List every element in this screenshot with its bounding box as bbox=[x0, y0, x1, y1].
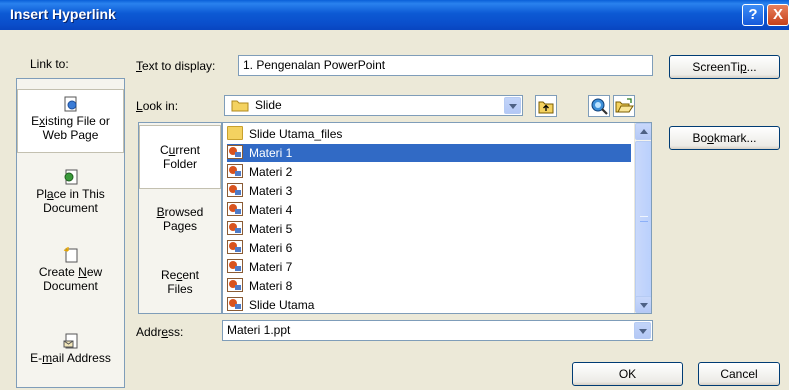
close-button[interactable]: X bbox=[767, 4, 789, 26]
chevron-down-icon[interactable] bbox=[634, 322, 651, 339]
link-existing-file-label: Existing File or Web Page bbox=[31, 114, 110, 142]
link-create-new-document-label: Create New Document bbox=[38, 265, 103, 293]
look-in-label: Look in: bbox=[136, 99, 179, 113]
list-item[interactable]: Materi 1 bbox=[227, 144, 631, 162]
link-place-in-document[interactable]: Place in This Document bbox=[17, 169, 124, 229]
existing-file-icon bbox=[63, 96, 79, 112]
open-folder-icon bbox=[615, 98, 634, 113]
link-create-new-document[interactable]: Create New Document bbox=[17, 247, 124, 307]
link-place-in-document-label: Place in This Document bbox=[36, 187, 105, 215]
bookmark-button[interactable]: Bookmark... bbox=[669, 126, 780, 150]
vertical-scrollbar[interactable] bbox=[634, 123, 651, 313]
link-to-bar: Existing File or Web Page Place in This Do… bbox=[16, 78, 125, 388]
link-email-address-label: E-mail Address bbox=[30, 351, 111, 365]
globe-search-icon bbox=[591, 98, 608, 115]
powerpoint-file-icon bbox=[227, 202, 243, 216]
new-document-icon bbox=[63, 247, 79, 263]
cancel-button[interactable]: Cancel bbox=[698, 362, 780, 386]
powerpoint-file-icon bbox=[227, 240, 243, 254]
list-item[interactable]: Materi 2 bbox=[227, 163, 631, 181]
address-label: Address: bbox=[136, 325, 184, 339]
list-item[interactable]: Materi 8 bbox=[227, 277, 631, 295]
address-input[interactable]: Materi 1.ppt bbox=[222, 320, 653, 341]
link-to-label: Link to: bbox=[30, 57, 69, 71]
powerpoint-file-icon bbox=[227, 221, 243, 235]
powerpoint-file-icon bbox=[227, 164, 243, 178]
link-email-address[interactable]: E-mail Address bbox=[17, 333, 124, 373]
look-in-dropdown[interactable]: Slide bbox=[224, 95, 523, 116]
place-in-document-icon bbox=[63, 169, 79, 185]
list-item[interactable]: Materi 7 bbox=[227, 258, 631, 276]
chevron-down-icon[interactable] bbox=[504, 97, 521, 114]
scroll-thumb[interactable] bbox=[635, 141, 651, 299]
powerpoint-file-icon bbox=[227, 259, 243, 273]
dialog-title: Insert Hyperlink bbox=[10, 6, 116, 22]
list-item[interactable]: Materi 5 bbox=[227, 220, 631, 238]
powerpoint-file-icon bbox=[227, 297, 243, 311]
powerpoint-file-icon bbox=[227, 145, 243, 159]
folder-icon bbox=[231, 99, 249, 112]
tab-current-folder[interactable]: Current Folder bbox=[139, 125, 221, 189]
browse-tabs: Current Folder Browsed Pages Recent Files bbox=[138, 122, 222, 314]
scroll-down-icon[interactable] bbox=[635, 296, 651, 313]
folder-icon bbox=[227, 126, 243, 140]
browse-file-button[interactable] bbox=[613, 95, 635, 117]
text-to-display-label: Text to display: bbox=[136, 59, 216, 73]
tab-browsed-pages[interactable]: Browsed Pages bbox=[139, 205, 221, 241]
scroll-up-icon[interactable] bbox=[635, 123, 651, 140]
browse-web-button[interactable] bbox=[588, 95, 610, 117]
address-value: Materi 1.ppt bbox=[227, 323, 291, 337]
powerpoint-file-icon bbox=[227, 278, 243, 292]
text-to-display-input[interactable]: 1. Pengenalan PowerPoint bbox=[238, 55, 653, 76]
ok-button[interactable]: OK bbox=[572, 362, 683, 386]
list-item[interactable]: Slide Utama bbox=[227, 296, 631, 313]
screentip-button[interactable]: ScreenTip... bbox=[669, 55, 780, 79]
list-item[interactable]: Materi 4 bbox=[227, 201, 631, 219]
grip-icon bbox=[640, 216, 648, 222]
up-one-folder-button[interactable] bbox=[535, 95, 557, 117]
file-list[interactable]: Slide Utama_files Materi 1 Materi 2 Mate… bbox=[222, 122, 652, 314]
list-item[interactable]: Materi 6 bbox=[227, 239, 631, 257]
tab-recent-files[interactable]: Recent Files bbox=[139, 268, 221, 304]
link-existing-file[interactable]: Existing File or Web Page bbox=[17, 89, 124, 153]
list-item[interactable]: Materi 3 bbox=[227, 182, 631, 200]
list-item[interactable]: Slide Utama_files bbox=[227, 125, 631, 143]
powerpoint-file-icon bbox=[227, 183, 243, 197]
help-button[interactable]: ? bbox=[742, 4, 764, 26]
look-in-value: Slide bbox=[255, 98, 282, 112]
email-address-icon bbox=[63, 333, 79, 349]
up-folder-icon bbox=[538, 101, 554, 114]
title-bar: Insert Hyperlink ? X bbox=[0, 0, 789, 30]
